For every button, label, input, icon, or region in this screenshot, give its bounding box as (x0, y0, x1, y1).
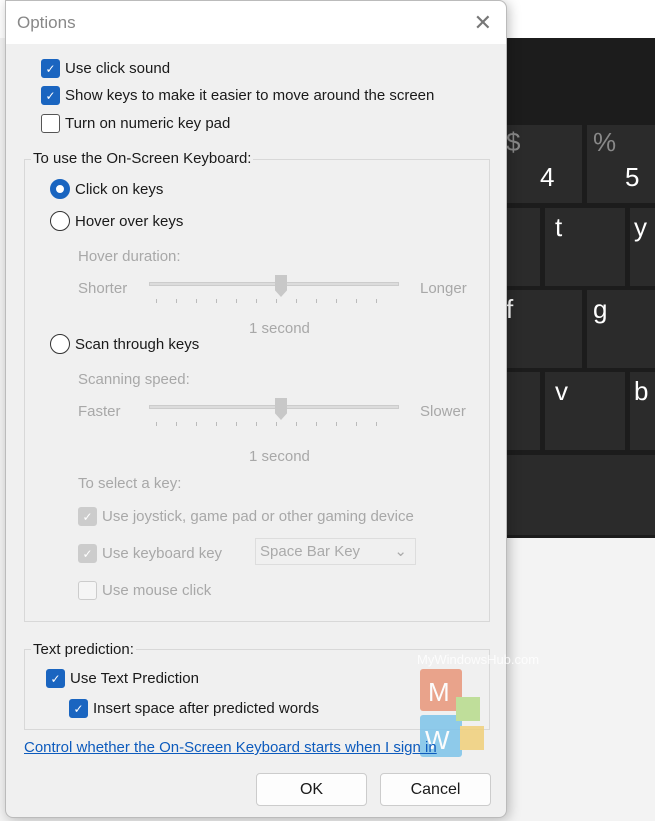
title-bar: Options ✕ (6, 1, 506, 44)
checkbox-icon[interactable] (41, 114, 60, 133)
watermark-text: MyWindowsHub.com (417, 652, 540, 667)
numeric-keypad-checkbox[interactable]: Turn on numeric key pad (41, 114, 230, 133)
options-dialog: Options ✕ ✓ Use click sound ✓ Show keys to… (5, 0, 539, 818)
on-screen-keyboard: $4 % 5 t y f g v b (500, 38, 655, 538)
radio-selected-icon[interactable] (50, 179, 70, 199)
hover-over-keys-radio[interactable]: Hover over keys (50, 211, 183, 231)
keyboard-key-dropdown[interactable]: Space Bar Key ⌄ (255, 538, 416, 565)
cancel-button[interactable]: Cancel (380, 773, 491, 806)
checkbox-checked-icon[interactable]: ✓ (69, 699, 88, 718)
click-on-keys-radio[interactable]: Click on keys (50, 179, 163, 199)
key-t[interactable]: t (545, 208, 625, 286)
startup-settings-link[interactable]: Control whether the On-Screen Keyboard s… (24, 739, 437, 756)
scan-through-keys-radio[interactable]: Scan through keys (50, 334, 199, 354)
checkbox-checked-icon[interactable]: ✓ (78, 507, 97, 526)
key-b[interactable]: b (630, 372, 655, 450)
checkbox-icon[interactable] (78, 581, 97, 600)
radio-icon[interactable] (50, 334, 70, 354)
ok-button[interactable]: OK (256, 773, 367, 806)
hover-duration-slider[interactable] (149, 275, 399, 297)
slider-ticks (156, 422, 396, 426)
checkbox-checked-icon[interactable]: ✓ (41, 86, 60, 105)
scanning-speed-slider[interactable] (149, 398, 399, 420)
shorter-label: Shorter (78, 280, 128, 297)
use-text-prediction-checkbox[interactable]: ✓ Use Text Prediction (46, 669, 199, 688)
slower-label: Slower (420, 403, 466, 420)
longer-label: Longer (420, 280, 467, 297)
radio-icon[interactable] (50, 211, 70, 231)
svg-text:M: M (428, 677, 450, 707)
hover-duration-label: Hover duration: (78, 248, 181, 265)
select-key-label: To select a key: (78, 475, 182, 492)
key-v[interactable]: v (545, 372, 625, 450)
checkbox-checked-icon[interactable]: ✓ (41, 59, 60, 78)
key-4[interactable]: $4 (500, 125, 582, 203)
hover-value: 1 second (249, 320, 310, 337)
checkbox-checked-icon[interactable]: ✓ (46, 669, 65, 688)
close-icon[interactable]: ✕ (474, 10, 492, 36)
joystick-checkbox[interactable]: ✓ Use joystick, game pad or other gaming … (78, 507, 414, 526)
chevron-down-icon: ⌄ (394, 543, 407, 560)
use-click-sound-checkbox[interactable]: ✓ Use click sound (41, 59, 170, 78)
key-y[interactable]: y (630, 208, 655, 286)
scanning-speed-label: Scanning speed: (78, 371, 190, 388)
insert-space-checkbox[interactable]: ✓ Insert space after predicted words (69, 699, 319, 718)
show-keys-checkbox[interactable]: ✓ Show keys to make it easier to move aro… (41, 86, 434, 105)
group-legend: To use the On-Screen Keyboard: (31, 150, 254, 167)
key-f[interactable]: f (500, 290, 582, 368)
mouse-click-checkbox[interactable]: Use mouse click (78, 581, 211, 600)
group-legend: Text prediction: (31, 641, 136, 658)
key[interactable] (500, 455, 655, 535)
key-5[interactable]: % 5 (587, 125, 655, 203)
key-g[interactable]: g (587, 290, 655, 368)
dialog-title: Options (17, 13, 76, 32)
keyboard-key-checkbox[interactable]: ✓ Use keyboard key (78, 544, 222, 563)
scan-value: 1 second (249, 448, 310, 465)
slider-ticks (156, 299, 396, 303)
faster-label: Faster (78, 403, 121, 420)
checkbox-checked-icon[interactable]: ✓ (78, 544, 97, 563)
